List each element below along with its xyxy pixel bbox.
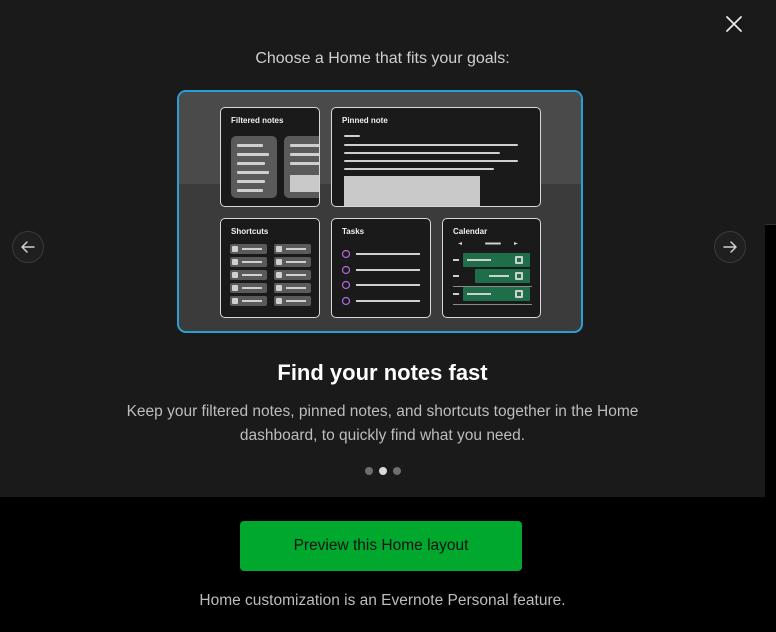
slide-title: Find your notes fast: [277, 360, 488, 385]
pagination-dots: [0, 467, 765, 475]
slide-description: Keep your filtered notes, pinned notes, …: [126, 403, 639, 444]
feature-note: Home customization is an Evernote Person…: [199, 592, 566, 609]
pagination-dot-2[interactable]: [378, 467, 387, 475]
close-button[interactable]: [722, 12, 746, 36]
close-icon: [726, 16, 742, 32]
pagination-dot-3[interactable]: [392, 467, 401, 475]
calendar-illustration: [453, 242, 532, 305]
previous-slide-button[interactable]: [12, 231, 44, 263]
calendar-widget: Calendar: [442, 218, 541, 318]
filtered-notes-illustration: [231, 136, 319, 198]
pinned-note-widget: Pinned note: [331, 107, 541, 207]
tasks-illustration: [341, 249, 420, 306]
home-layout-preview: Filtered notes Pinned note Shortcuts Tas…: [177, 90, 583, 333]
modal-heading: Choose a Home that fits your goals:: [255, 50, 510, 67]
filtered-notes-widget: Filtered notes: [220, 107, 320, 207]
arrow-left-icon: [21, 241, 35, 253]
shortcuts-widget: Shortcuts: [220, 218, 320, 318]
preview-layout-button[interactable]: Preview this Home layout: [240, 521, 522, 571]
next-slide-button[interactable]: [714, 231, 746, 263]
background-edge: [765, 0, 776, 224]
pinned-note-illustration: [344, 135, 518, 206]
background-divider: [765, 224, 776, 225]
tasks-widget: Tasks: [331, 218, 431, 318]
arrow-right-icon: [723, 241, 737, 253]
pagination-dot-1[interactable]: [364, 467, 373, 475]
shortcuts-illustration: [230, 244, 311, 306]
